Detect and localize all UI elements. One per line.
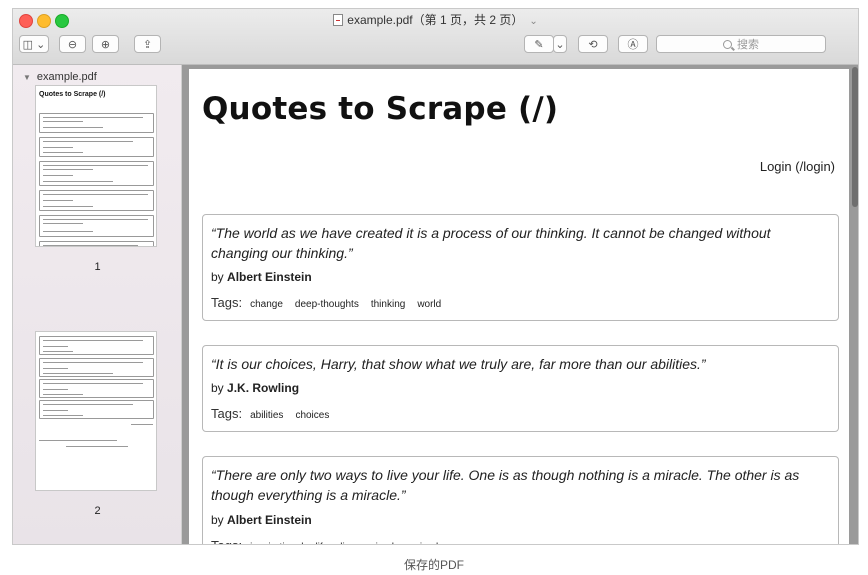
tag-link[interactable]: abilities <box>250 410 283 421</box>
quote-text: “There are only two ways to live your li… <box>211 467 800 503</box>
login-link[interactable]: Login (/login) <box>760 159 835 174</box>
quote-author: J.K. Rowling <box>227 381 300 395</box>
quote-author-line: by Albert Einstein <box>211 270 312 284</box>
quote-author-line: by Albert Einstein <box>211 513 312 527</box>
by-label: by <box>211 513 224 527</box>
quote-card: “There are only two ways to live your li… <box>202 456 839 544</box>
title-toolbar: example.pdf（第 1 页，共 2 页） ⌄ ◫ ⌄ ⊖ ⊕ ⇪ ✎ ⌄ … <box>13 9 858 65</box>
pdf-file-icon <box>333 14 344 26</box>
tag-link[interactable]: change <box>250 299 283 310</box>
tag-link[interactable]: deep-thoughts <box>295 299 359 310</box>
tag-link[interactable]: live <box>340 542 355 544</box>
quote-text: “The world as we have created it is a pr… <box>211 225 771 261</box>
rotate-button[interactable]: ⟲ <box>578 35 608 53</box>
tag-link[interactable]: life <box>315 542 328 544</box>
zoom-in-button[interactable]: ⊕ <box>92 35 119 53</box>
thumbnail-quote-box <box>39 241 154 246</box>
tags-label: Tags: <box>211 406 243 421</box>
tags-label: Tags: <box>211 538 242 544</box>
search-placeholder: 搜索 <box>737 39 759 51</box>
tag-link[interactable]: miracles <box>412 542 449 544</box>
window-title[interactable]: example.pdf（第 1 页，共 2 页） ⌄ <box>13 11 858 28</box>
by-label: by <box>211 381 224 395</box>
quote-card: “It is our choices, Harry, that show wha… <box>202 345 839 432</box>
tags-label: Tags: <box>211 295 243 310</box>
tag-link[interactable]: world <box>417 299 441 310</box>
quote-tags: Tags: inspirational life live miracle mi… <box>211 538 461 544</box>
sidebar-file-name: example.pdf <box>36 71 97 83</box>
tag-link[interactable]: choices <box>295 410 329 421</box>
pdf-page: Quotes to Scrape (/) Login (/login) “The… <box>189 69 849 544</box>
quote-author-line: by J.K. Rowling <box>211 381 299 395</box>
tag-link[interactable]: miracle <box>367 542 399 544</box>
window-title-text: example.pdf（第 1 页，共 2 页） <box>347 13 524 27</box>
image-caption: 保存的PDF <box>403 558 464 572</box>
search-field[interactable]: 搜索 <box>656 35 826 53</box>
page-heading: Quotes to Scrape (/) <box>202 91 559 127</box>
by-label: by <box>211 270 224 284</box>
thumbnail-quote-box <box>39 358 154 377</box>
vertical-scrollbar[interactable] <box>852 67 858 207</box>
thumbnail-quote-box <box>39 336 154 355</box>
share-button[interactable]: ⇪ <box>134 35 161 53</box>
markup-menu-button[interactable]: ⌄ <box>553 35 567 53</box>
zoom-out-button[interactable]: ⊖ <box>59 35 86 53</box>
thumbnail-quote-box <box>39 113 154 133</box>
thumbnail-sidebar: ▼ example.pdf Quotes to Scrape (/) 1 2 <box>13 65 182 544</box>
quote-author: Albert Einstein <box>227 513 312 527</box>
thumbnail-quote-box <box>39 215 154 237</box>
annotate-button[interactable]: Ⓐ <box>618 35 648 53</box>
preview-window: example.pdf（第 1 页，共 2 页） ⌄ ◫ ⌄ ⊖ ⊕ ⇪ ✎ ⌄ … <box>12 8 859 545</box>
sidebar-toggle-button[interactable]: ◫ ⌄ <box>19 35 49 53</box>
quote-tags: Tags: change deep-thoughts thinking worl… <box>211 295 453 310</box>
sidebar-file-header[interactable]: ▼ example.pdf <box>23 71 97 83</box>
thumbnail-quote-box <box>39 379 154 398</box>
page-number-2: 2 <box>94 505 101 517</box>
page-thumbnail-1[interactable]: Quotes to Scrape (/) <box>35 85 157 247</box>
tag-link[interactable]: thinking <box>371 299 405 310</box>
thumbnail-heading: Quotes to Scrape (/) <box>39 91 106 98</box>
page-thumbnail-2[interactable] <box>35 331 157 491</box>
search-icon <box>723 39 732 49</box>
quote-author: Albert Einstein <box>227 270 312 284</box>
disclosure-triangle-icon[interactable]: ▼ <box>23 73 31 82</box>
thumbnail-quote-box <box>39 161 154 186</box>
quote-text: “It is our choices, Harry, that show wha… <box>211 356 706 372</box>
thumbnail-quote-box <box>39 137 154 157</box>
quote-card: “The world as we have created it is a pr… <box>202 214 839 321</box>
markup-button[interactable]: ✎ <box>524 35 554 53</box>
page-number-1: 1 <box>94 261 101 273</box>
quote-tags: Tags: abilities choices <box>211 406 341 421</box>
tag-link[interactable]: inspirational <box>250 542 303 544</box>
document-view[interactable]: Quotes to Scrape (/) Login (/login) “The… <box>182 65 858 544</box>
title-chevron-icon: ⌄ <box>529 16 538 27</box>
thumbnail-quote-box <box>39 190 154 211</box>
thumbnail-quote-box <box>39 400 154 419</box>
